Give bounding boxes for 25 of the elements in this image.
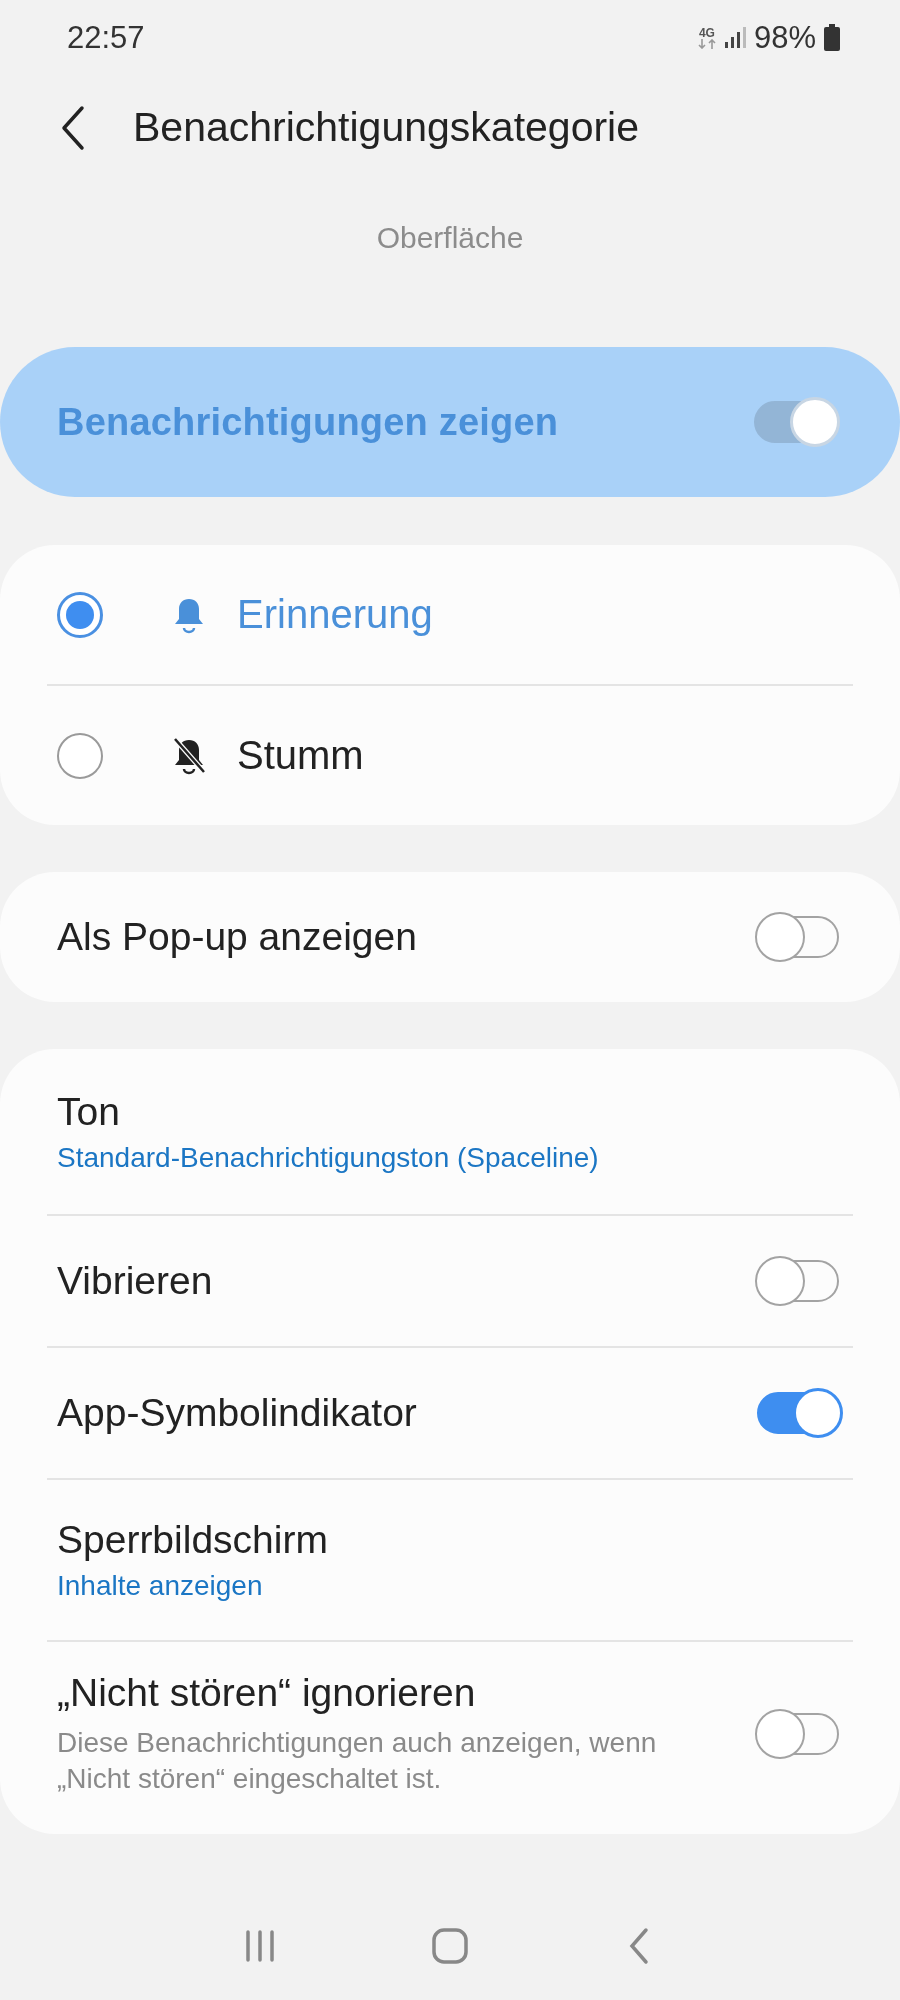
page-title: Benachrichtigungskategorie xyxy=(133,104,639,151)
setting-title: App-Symbolindikator xyxy=(57,1391,418,1435)
signal-icon xyxy=(723,26,746,49)
battery-percent: 98% xyxy=(753,19,816,56)
setting-description: Diese Benachrichtigungen auch anzeigen, wenn „Nicht stören“ eingeschaltet ist. xyxy=(57,1726,658,1796)
setting-title: Vibrieren xyxy=(57,1259,214,1303)
status-time: 22:57 xyxy=(67,19,146,56)
home-icon[interactable] xyxy=(430,1926,470,1966)
setting-value: Standard-Benachrichtigungston (Spaceline) xyxy=(57,1141,600,1174)
muted-bell-icon xyxy=(172,736,206,775)
option-label: Stumm xyxy=(237,733,364,778)
radio-button[interactable] xyxy=(57,591,103,638)
setting-value: Inhalte anzeigen xyxy=(57,1570,264,1602)
master-switch-label: Benachrichtigungen zeigen xyxy=(57,400,560,444)
setting-title: Sperrbildschirm xyxy=(57,1518,329,1562)
radio-button[interactable] xyxy=(57,732,103,779)
setting-title: „Nicht stören“ ignorieren xyxy=(57,1671,477,1715)
setting-title: Ton xyxy=(57,1089,121,1134)
battery-icon xyxy=(824,24,840,51)
option-label: Erinnerung xyxy=(237,592,433,637)
section-label: Oberfläche xyxy=(375,219,525,256)
data-arrows-icon xyxy=(697,38,716,49)
network-type: 4G xyxy=(698,26,715,39)
setting-label: Als Pop-up anzeigen xyxy=(57,915,418,959)
master-switch-card[interactable]: Benachrichtigungen zeigen xyxy=(0,347,900,497)
